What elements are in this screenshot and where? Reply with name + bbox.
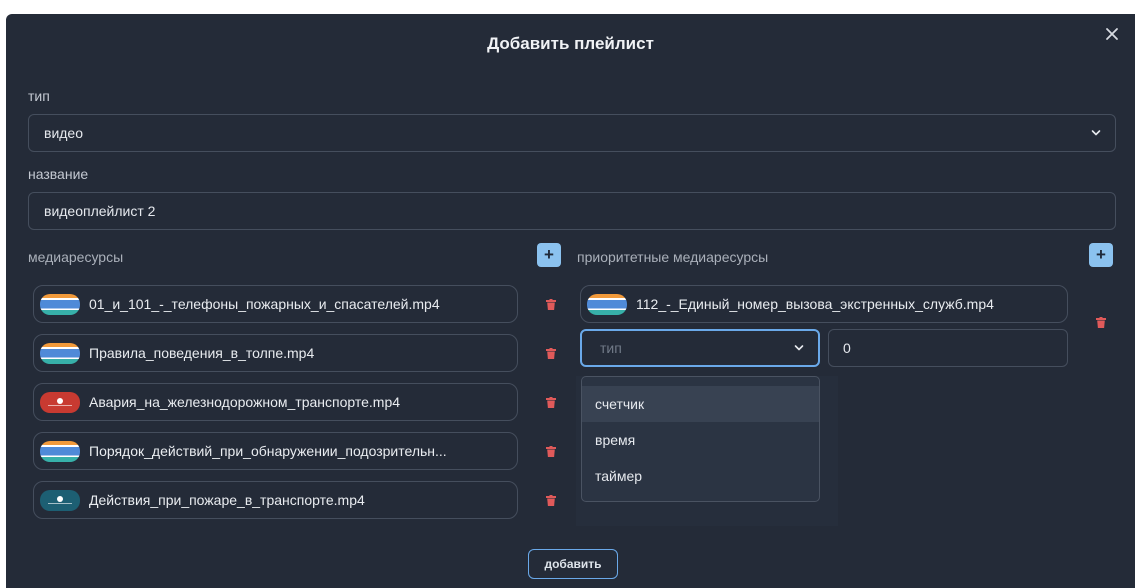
add-playlist-dialog: Добавить плейлист тип видео название вид… [6,14,1135,588]
media-item[interactable]: Правила_поведения_в_толпе.mp4 [33,334,518,372]
plus-icon: + [544,245,554,264]
priority-media-label: приоритетные медиаресурсы [577,249,769,265]
close-icon[interactable] [1104,26,1120,42]
type-select[interactable]: видео [28,114,1116,152]
dropdown-option-timer[interactable]: таймер [582,458,819,494]
media-item-name: Порядок_действий_при_обнаружении_подозри… [89,443,447,459]
trash-icon[interactable] [546,348,556,359]
media-item-name: Авария_на_железнодорожном_транспорте.mp4 [89,394,401,410]
add-media-button[interactable]: + [537,243,561,267]
name-input[interactable]: видеоплейлист 2 [28,192,1116,230]
condition-type-placeholder: тип [600,340,622,356]
trash-icon[interactable] [546,299,556,310]
dropdown-option-time[interactable]: время [582,422,819,458]
media-item-name: Действия_при_пожаре_в_транспорте.mp4 [89,492,365,508]
video-thumbnail [40,391,80,413]
priority-media-item-name: 112_-_Единый_номер_вызова_экстренных_слу… [636,296,994,312]
condition-value-input[interactable]: 0 [828,329,1068,367]
media-item-name: 01_и_101_-_телефоны_пожарных_и_спасателе… [89,296,440,312]
video-thumbnail [40,342,80,364]
media-label: медиаресурсы [28,249,124,265]
add-priority-media-button[interactable]: + [1089,243,1113,267]
media-item-name: Правила_поведения_в_толпе.mp4 [89,345,315,361]
dialog-title: Добавить плейлист [487,34,654,53]
type-label: тип [28,88,50,104]
plus-icon: + [1096,245,1106,264]
priority-media-item[interactable]: 112_-_Единый_номер_вызова_экстренных_слу… [580,285,1068,323]
video-thumbnail [40,440,80,462]
trash-icon[interactable] [546,495,556,506]
trash-icon[interactable] [546,397,556,408]
name-input-value: видеоплейлист 2 [44,203,156,219]
name-label: название [28,166,89,182]
add-button[interactable]: добавить [528,549,618,579]
video-thumbnail [40,489,80,511]
chevron-down-icon [794,345,804,351]
media-item[interactable]: Порядок_действий_при_обнаружении_подозри… [33,432,518,470]
media-item[interactable]: Авария_на_железнодорожном_транспорте.mp4 [33,383,518,421]
video-thumbnail [587,293,627,315]
media-item[interactable]: Действия_при_пожаре_в_транспорте.mp4 [33,481,518,519]
condition-value: 0 [843,340,851,356]
media-item[interactable]: 01_и_101_-_телефоны_пожарных_и_спасателе… [33,285,518,323]
video-thumbnail [40,293,80,315]
trash-icon[interactable] [1096,317,1106,328]
type-select-value: видео [44,125,83,141]
dropdown-option-counter[interactable]: счетчик [582,386,819,422]
trash-icon[interactable] [546,446,556,457]
condition-type-dropdown: счетчик время таймер [581,376,820,502]
condition-type-select[interactable]: тип [580,329,820,367]
chevron-down-icon [1091,130,1101,136]
